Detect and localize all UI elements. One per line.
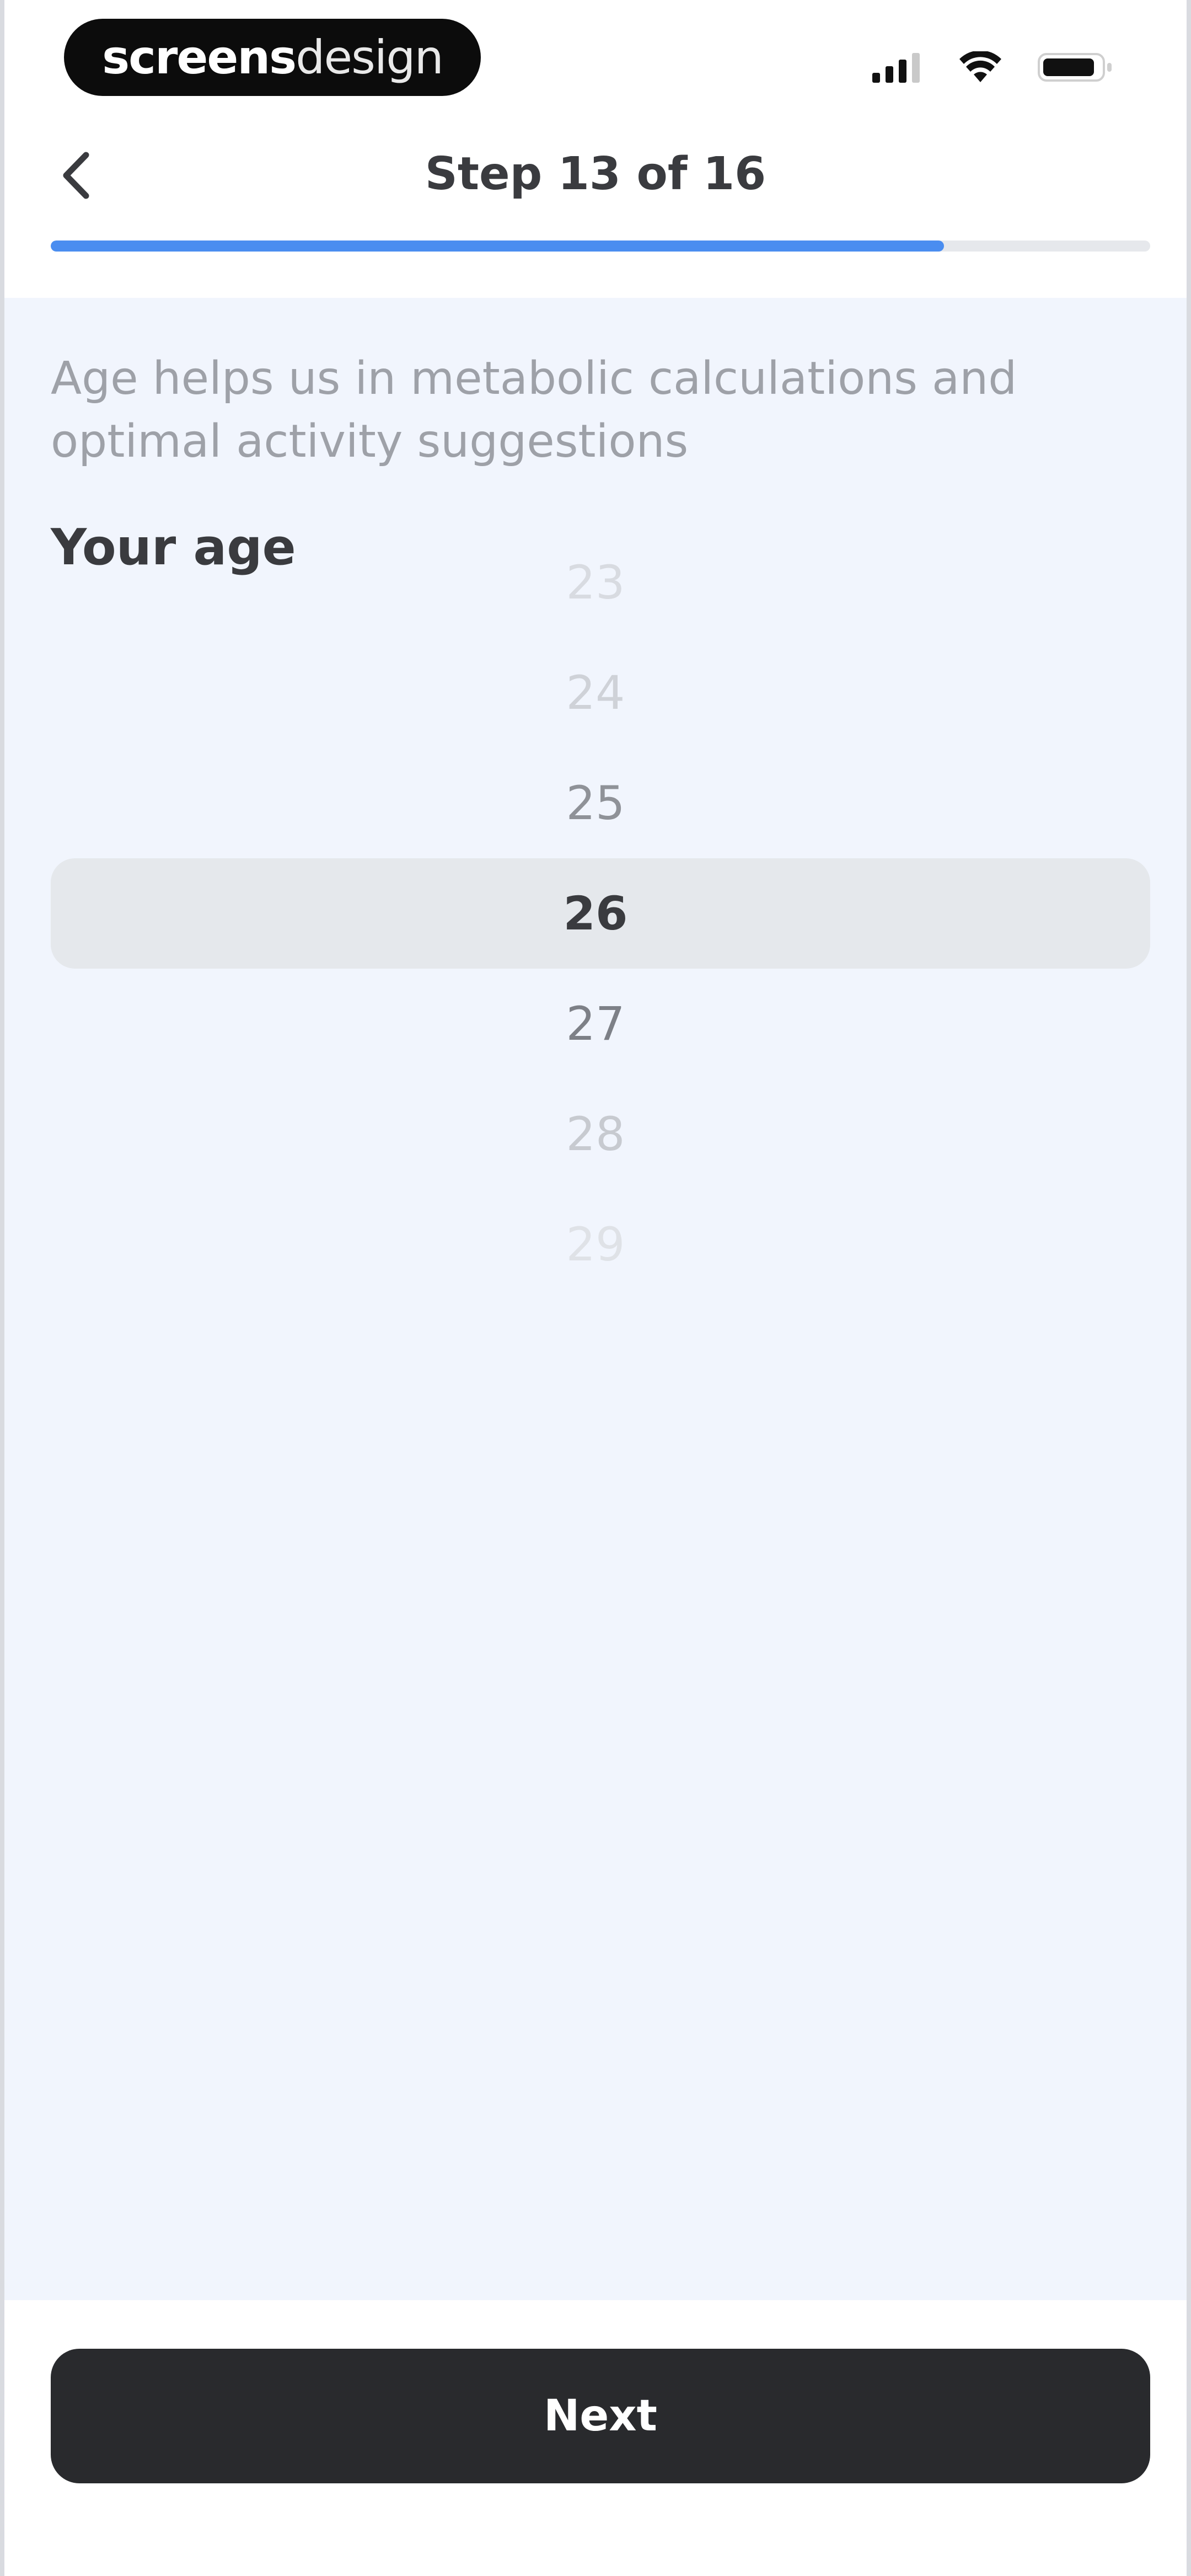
footer: Next <box>4 2300 1187 2576</box>
signal-icon <box>872 52 923 83</box>
picker-item[interactable]: 24 <box>4 638 1187 748</box>
brand-name-bold: screens <box>102 30 297 84</box>
picker-item[interactable]: 23 <box>4 527 1187 638</box>
picker-item[interactable]: 29 <box>4 1189 1187 1300</box>
picker-item[interactable]: 25 <box>4 748 1187 858</box>
status-icons <box>872 51 1115 84</box>
status-bar: screens design <box>4 0 1187 110</box>
brand-pill: screens design <box>64 19 481 96</box>
question-description: Age helps us in metabolic calculations a… <box>51 352 1017 468</box>
picker-item[interactable]: 27 <box>4 969 1187 1079</box>
progress-fill <box>51 241 945 252</box>
brand-name-light: design <box>296 30 444 84</box>
step-title: Step 13 of 16 <box>425 148 766 200</box>
onboarding-header: Step 13 of 16 <box>4 110 1187 298</box>
content-area: Age helps us in metabolic calculations a… <box>4 298 1187 2300</box>
picker-item[interactable]: 28 <box>4 1079 1187 1189</box>
battery-icon <box>1038 51 1115 84</box>
next-button[interactable]: Next <box>51 2349 1150 2483</box>
wifi-icon <box>958 51 1002 83</box>
phone-screen: screens design Step 13 of 16 Age helps u… <box>0 0 1191 2576</box>
progress-bar <box>51 241 1150 252</box>
picker-item-selected[interactable]: 26 <box>4 858 1187 969</box>
